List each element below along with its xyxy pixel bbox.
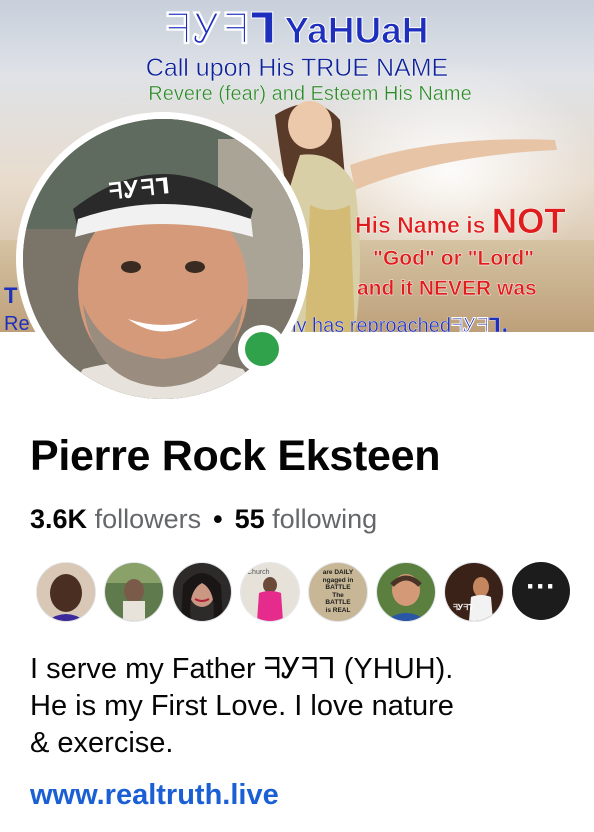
friend-avatar-1[interactable] <box>36 562 96 622</box>
cover-not-prefix: His Name is <box>355 212 492 239</box>
follow-stats: 3.6K followers • 55 following <box>30 504 377 535</box>
following-link[interactable]: 55 following <box>235 504 378 534</box>
website-link[interactable]: www.realtruth.live <box>30 779 279 812</box>
profile-bio: I serve my Father ᖷᎩᖷᒣ (YHUH). He is my … <box>30 650 570 762</box>
friend-avatar-5[interactable]: are DAILY ngaged in BATTLE The BATTLE is… <box>308 562 368 622</box>
friend-5-poster: are DAILY ngaged in BATTLE The BATTLE is… <box>313 569 363 614</box>
bio-line-1-post: (YHUH). <box>335 653 454 685</box>
friend-5-line-a: are DAILY <box>322 569 354 576</box>
cover-reproach-line: ly has reproachedᖷᎩᖷᒣ. <box>292 313 509 332</box>
cover-reproach-text: ly has reproached <box>292 315 451 332</box>
cover-call-line: Call upon His TRUE NAME <box>145 54 449 82</box>
following-count: 55 <box>234 504 265 534</box>
followers-count: 3.6K <box>30 504 88 534</box>
cover-title-paleo: ᖷᎩᖷᒣ <box>165 4 279 54</box>
following-label: following <box>272 504 378 534</box>
more-dots-icon: ··· <box>526 570 556 603</box>
friend-7-text: ᖷᎩᖷᒣ <box>453 603 473 612</box>
friend-5-line-d: The <box>332 591 344 599</box>
bio-line-2: He is my First Love. I love nature <box>30 690 454 722</box>
bio-line-1-pre: I serve my Father <box>30 653 264 685</box>
profile-name: Pierre Rock Eksteen <box>30 432 441 480</box>
friend-avatar-6[interactable] <box>376 562 436 622</box>
friend-avatar-4[interactable]: Church <box>240 562 300 622</box>
more-friends-button[interactable]: ··· <box>512 562 570 620</box>
friend-5-line-e: BATTLE <box>325 599 351 606</box>
bio-line-1-paleo: ᖷᎩᖷᒣ <box>263 651 336 685</box>
followers-link[interactable]: 3.6K followers <box>30 504 201 534</box>
friend-4-text: Church <box>247 569 270 576</box>
friend-avatar-3[interactable] <box>172 562 232 622</box>
cover-left-fragment-1: T <box>4 283 18 308</box>
friend-5-line-b: ngaged in <box>322 576 354 584</box>
cover-not-line: His Name is NOT <box>355 202 566 242</box>
cover-god-lord-line: "God" or "Lord" <box>373 247 535 270</box>
friend-5-line-c: BATTLE <box>325 584 351 591</box>
cover-title-latin: YaHUaH <box>284 10 429 52</box>
bio-line-3: & exercise. <box>30 727 174 759</box>
cover-left-fragment-2: Re <box>4 313 30 332</box>
online-status-indicator <box>238 325 286 373</box>
followers-label: followers <box>94 504 202 534</box>
cover-title: ᖷᎩᖷᒣ YaHUaH <box>0 4 594 54</box>
friend-avatar-7[interactable]: ᖷᎩᖷᒣ <box>444 562 504 622</box>
online-dot-icon <box>245 332 279 366</box>
friend-avatar-2[interactable] <box>104 562 164 622</box>
cover-never-line: and it NEVER was <box>357 277 537 300</box>
cover-not-word: NOT <box>491 202 566 242</box>
friend-5-line-f: is REAL <box>325 606 351 614</box>
cover-reproach-paleo: ᖷᎩᖷᒣ. <box>450 313 509 332</box>
cover-revere-line: Revere (fear) and Esteem His Name <box>148 83 472 105</box>
stats-separator: • <box>213 504 223 534</box>
bio-line-1: I serve my Father ᖷᎩᖷᒣ (YHUH). <box>30 650 570 688</box>
